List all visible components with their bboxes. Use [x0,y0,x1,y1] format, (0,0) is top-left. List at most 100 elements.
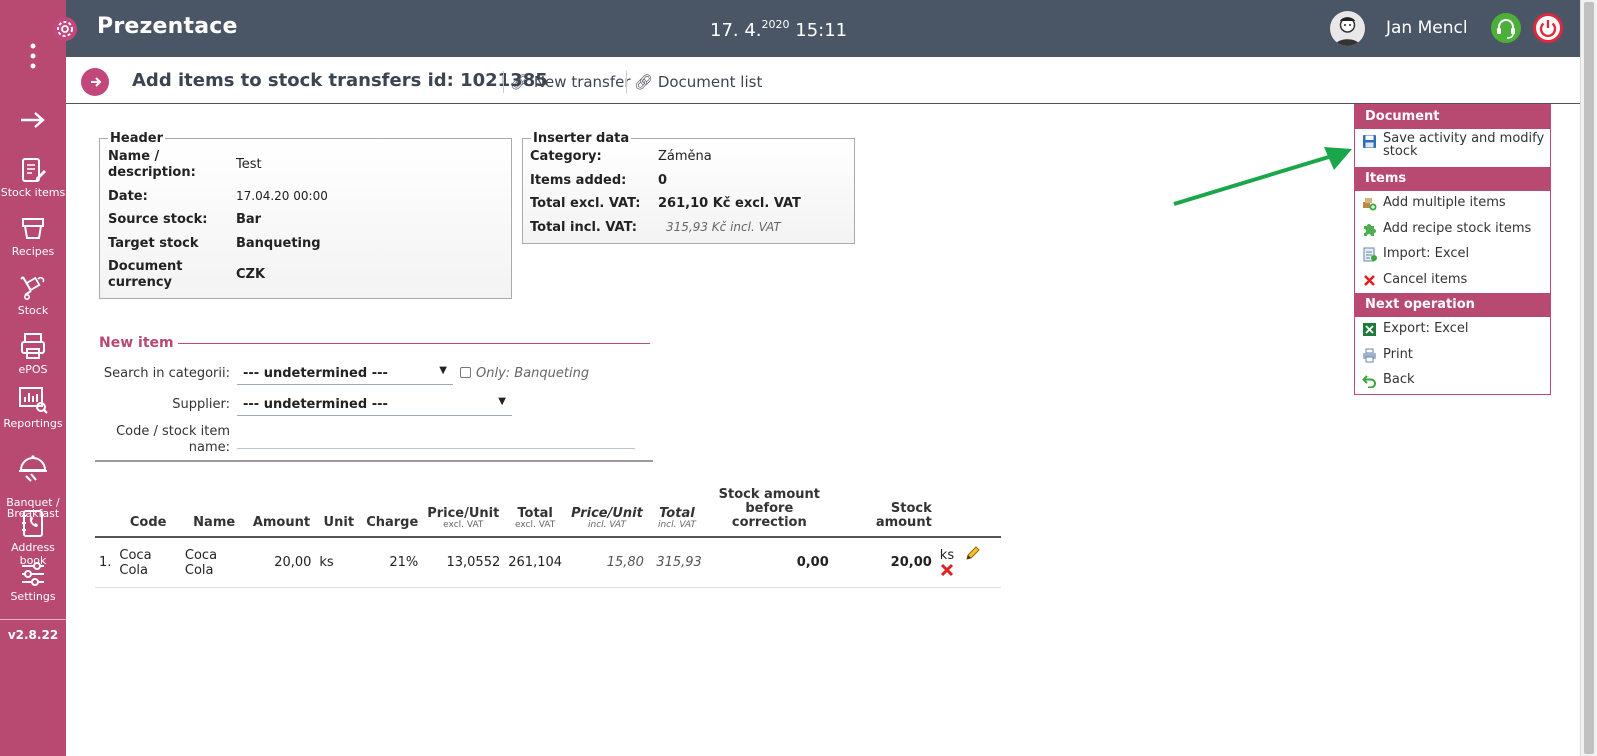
print-label: Print [1383,346,1413,362]
only-banqueting-label: Only: Banqueting [476,366,590,381]
sidebar-item-address-book[interactable]: Address book [0,509,66,567]
items-table: Code Name Amount Unit Charge Price/Unit e… [95,488,1001,588]
col-amount: Amount [247,488,316,538]
separator [503,71,504,93]
power-icon [1536,16,1560,40]
table-header-row: Code Name Amount Unit Charge Price/Unit e… [95,488,1001,538]
row-number: 1. [95,537,116,588]
col-stock-amount: Stock amount [832,488,936,538]
code-name-input[interactable] [237,426,635,449]
app-title: Prezentace [97,14,238,39]
user-name[interactable]: Jan Mencl [1386,18,1468,38]
field-label: Target stock [108,236,199,251]
document-list-link[interactable]: 🔗︎ Document list [634,73,762,91]
import-excel-label: Import: Excel [1383,246,1470,261]
add-recipe-items-button[interactable]: Add recipe stock items [1355,217,1550,243]
avatar[interactable] [1330,11,1365,46]
export-excel-label: Export: Excel [1383,321,1469,336]
field-label: Date: [108,189,148,204]
add-multiple-items-button[interactable]: Add multiple items [1355,191,1550,217]
logout-button[interactable] [1533,13,1563,43]
col-price-incl-sub: incl. VAT [588,520,626,530]
col-charge: Charge [362,488,423,538]
supplier-select-value: --- undetermined --- [243,397,388,412]
cancel-items-button[interactable]: Cancel items [1355,268,1550,294]
datetime: 17. 4.2020 15:11 [710,18,847,41]
sidebar-item-recipes[interactable]: Recipes [0,213,66,258]
scrollbar-thumb[interactable] [1584,2,1594,754]
expand-arrow-icon[interactable] [19,110,47,130]
support-button[interactable] [1491,13,1521,43]
arrow-right-icon [91,77,102,87]
field-value: Test [236,157,262,172]
print-button[interactable]: Print [1355,343,1550,369]
field-value: CZK [236,267,266,282]
cancel-items-label: Cancel items [1383,271,1468,287]
toggle-button[interactable] [81,68,109,96]
separator [626,71,627,93]
panel-header-items: Items [1355,167,1550,191]
field-value: Záměna [658,149,712,164]
cell-total-excl: 261,104 [504,537,567,588]
divider [95,460,653,462]
col-stock-before: Stock amount before correction [705,488,833,538]
import-excel-button[interactable]: Import: Excel [1355,242,1550,268]
annotation-arrow-icon [1173,147,1352,206]
save-floppy-icon [1363,135,1376,148]
user-avatar-icon [1335,17,1360,46]
page-scrollbar[interactable] [1580,0,1597,756]
field-value: Banqueting [236,236,321,251]
gear-icon[interactable] [52,16,78,42]
category-select[interactable]: --- undetermined --- ▼ [237,363,453,385]
sidebar-item-epos[interactable]: ePOS [0,331,66,376]
col-total-excl-label: Total [517,506,553,521]
new-transfer-label: New transfer [533,73,631,91]
cell-stock-unit: ks [939,548,955,563]
stock-icon [20,276,45,300]
divider [178,343,650,344]
cell-unit: ks [315,537,363,588]
sidebar-item-banquet[interactable]: Banquet / Breakfast [0,441,66,519]
cloche-icon [19,455,47,482]
sidebar-label: Settings [10,590,56,603]
sidebar-item-stock-items[interactable]: Stock items [0,156,66,199]
sidebar-item-stock[interactable]: Stock [0,272,66,317]
panel-header-document: Document [1355,105,1550,129]
delete-x-icon[interactable] [940,563,954,577]
cell-name: Coca Cola [180,537,248,588]
table-row: 1. Coca Cola Coca Cola 20,00 ks 21% 13,0… [95,537,1001,588]
save-activity-button[interactable]: Save activity and modify stock [1355,129,1550,167]
sidebar: Stock items Recipes Stock ePOS Reporting… [0,0,66,756]
sidebar-label: Reportings [3,417,63,430]
action-panel: Document Save activity and modify stock … [1354,104,1551,395]
supplier-select[interactable]: --- undetermined --- ▼ [237,394,512,416]
stock-items-icon [22,158,46,182]
chevron-down-icon: ▼ [498,396,506,407]
reportings-icon [19,387,48,414]
field-value: 315,93 Kč incl. VAT [666,220,781,234]
back-label: Back [1383,372,1415,387]
edit-pencil-icon[interactable] [964,546,980,562]
only-banqueting-checkbox[interactable] [460,367,471,378]
more-menu-icon[interactable] [29,43,37,69]
sidebar-item-settings[interactable]: Settings [0,560,66,603]
add-recipe-items-label: Add recipe stock items [1383,220,1532,236]
back-button[interactable]: Back [1355,368,1550,394]
add-multiple-icon [1363,198,1377,211]
col-total-excl: Total excl. VAT [504,488,567,538]
sidebar-label: Stock items [0,186,66,199]
sidebar-label: ePOS [18,363,48,376]
inserter-legend: Inserter data [533,131,630,146]
sliders-icon [22,562,44,586]
new-transfer-link[interactable]: 🔗︎ New transfer [510,73,631,91]
field-value: 17.04.20 00:00 [236,189,328,203]
chevron-down-icon: ▼ [439,365,447,376]
new-item-heading: New item [99,335,174,351]
col-price-incl-label: Price/Unit [571,506,643,521]
page-header: Add items to stock transfers id: 1021385… [66,57,1580,104]
export-excel-button[interactable]: Export: Excel [1355,317,1550,343]
cell-stock-before: 0,00 [705,537,833,588]
sidebar-item-reportings[interactable]: Reportings [0,385,66,430]
headset-icon [1497,19,1515,39]
printer-icon [1363,348,1376,362]
